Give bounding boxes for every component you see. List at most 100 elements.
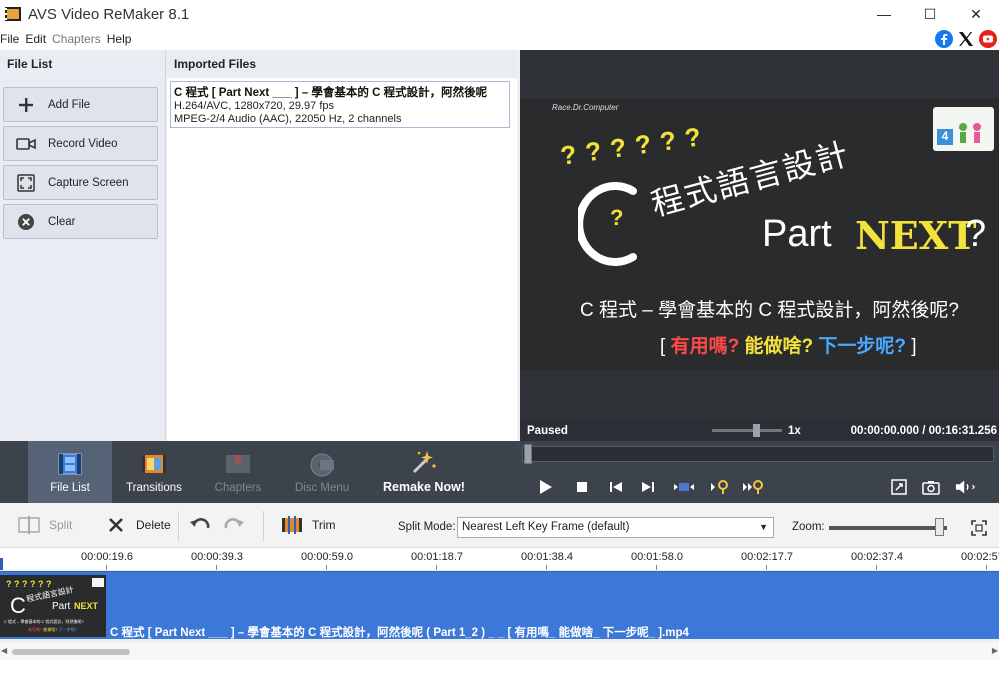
magic-wand-icon bbox=[409, 448, 439, 476]
part-text: Part bbox=[762, 213, 832, 255]
next-text: NEXT bbox=[855, 213, 977, 258]
scroll-left-icon[interactable]: ◀ bbox=[1, 646, 7, 655]
seek-bar[interactable] bbox=[522, 446, 994, 462]
menu-edit[interactable]: Edit bbox=[25, 32, 52, 46]
transitions-icon bbox=[139, 450, 169, 478]
preview-status-row: Paused 1x 00:00:00.000 / 00:16:31.256 bbox=[520, 420, 999, 441]
next-frame-button[interactable] bbox=[637, 476, 659, 498]
tick-label: 00:01:58.0 bbox=[631, 551, 683, 563]
toolbar-separator bbox=[263, 511, 264, 541]
tagline-open: [ bbox=[660, 336, 666, 357]
snapshot-button[interactable] bbox=[920, 476, 942, 498]
close-button[interactable]: ✕ bbox=[953, 0, 999, 28]
capture-screen-button[interactable]: Capture Screen bbox=[3, 165, 158, 200]
tick-mark bbox=[656, 565, 657, 570]
play-button[interactable] bbox=[535, 476, 557, 498]
record-video-label: Record Video bbox=[48, 137, 118, 150]
zoom-slider-thumb[interactable] bbox=[935, 518, 944, 536]
tick-label: 00:01:18.7 bbox=[411, 551, 463, 563]
video-preview[interactable]: Race.Dr.Computer ? ? ? ? ? ? ? 程式語言設計 Pa… bbox=[520, 99, 999, 370]
imported-file-video-info: H.264/AVC, 1280x720, 29.97 fps bbox=[174, 100, 335, 112]
clear-button[interactable]: Clear bbox=[3, 204, 158, 239]
clear-icon bbox=[16, 212, 36, 232]
thumb-part: Part bbox=[52, 601, 71, 612]
edit-toolbar: Split Delete Trim Split Mode: Nearest Le… bbox=[0, 503, 999, 548]
playback-status: Paused bbox=[527, 424, 568, 437]
tab-disc-menu[interactable]: Disc Menu bbox=[280, 441, 364, 503]
menu-chapters[interactable]: Chapters bbox=[52, 32, 107, 46]
tab-transitions[interactable]: Transitions bbox=[112, 441, 196, 503]
clip-thumbnail: ? ? ? ? ? ? C 程式語言設計 Part NEXT C 程式 – 學會… bbox=[0, 575, 106, 637]
previous-marker-button[interactable] bbox=[710, 476, 732, 498]
undo-button[interactable] bbox=[188, 514, 220, 536]
youtube-icon[interactable] bbox=[979, 30, 997, 48]
thumb-tagline: 有用嗎? 能做啥? 下一步呢? bbox=[28, 627, 77, 633]
zoom-fit-button[interactable] bbox=[967, 517, 991, 539]
maximize-button[interactable]: ☐ bbox=[907, 0, 953, 28]
tick-label: 00:00:19.6 bbox=[81, 551, 133, 563]
record-video-button[interactable]: Record Video bbox=[3, 126, 158, 161]
scrollbar-thumb[interactable] bbox=[12, 649, 130, 655]
tick-label: 00:00:39.3 bbox=[191, 551, 243, 563]
split-button[interactable]: Split bbox=[17, 514, 72, 536]
tick-mark bbox=[216, 565, 217, 570]
minimize-button[interactable]: — bbox=[861, 0, 907, 28]
split-marker-button[interactable] bbox=[673, 476, 695, 498]
thumb-logo bbox=[92, 578, 104, 587]
split-mode-select[interactable]: Nearest Left Key Frame (default) ▼ bbox=[457, 517, 774, 538]
capture-screen-icon bbox=[16, 173, 36, 193]
stop-button[interactable] bbox=[571, 476, 593, 498]
tick-mark bbox=[106, 565, 107, 570]
thumb-tagline-2: 能做啥? bbox=[43, 627, 58, 632]
next-marker-button[interactable] bbox=[742, 476, 764, 498]
zoom-slider[interactable] bbox=[829, 526, 947, 530]
tick-mark bbox=[436, 565, 437, 570]
redo-button[interactable] bbox=[222, 514, 254, 536]
imported-file-item[interactable]: C 程式 [ Part Next ___ ] – 學會基本的 C 程式設計，阿然… bbox=[170, 81, 510, 128]
tab-file-list[interactable]: File List bbox=[28, 441, 112, 503]
tab-chapters[interactable]: Chapters bbox=[196, 441, 280, 503]
timeline-ruler[interactable]: 00:00:19.6 00:00:39.3 00:00:59.0 00:01:1… bbox=[0, 548, 999, 570]
tick-label: 00:02:57 bbox=[961, 551, 999, 563]
volume-button[interactable] bbox=[955, 476, 977, 498]
fullscreen-button[interactable] bbox=[888, 476, 910, 498]
thumb-tagline-1: 有用嗎? bbox=[28, 627, 43, 632]
menu-help[interactable]: Help bbox=[107, 32, 138, 46]
trim-label: Trim bbox=[312, 518, 336, 532]
tick-mark bbox=[326, 565, 327, 570]
channel-logo: 4 bbox=[933, 107, 994, 151]
video-track[interactable]: ? ? ? ? ? ? C 程式語言設計 Part NEXT C 程式 – 學會… bbox=[0, 571, 999, 639]
add-file-button[interactable]: Add File bbox=[3, 87, 158, 122]
delete-button[interactable]: Delete bbox=[104, 514, 171, 536]
delete-label: Delete bbox=[136, 518, 171, 532]
tick-mark bbox=[986, 565, 987, 570]
trim-button[interactable]: Trim bbox=[280, 514, 336, 536]
imported-files-panel: Imported Files C 程式 [ Part Next ___ ] – … bbox=[167, 50, 517, 441]
tagline-2: 能做啥? bbox=[744, 336, 814, 357]
scroll-right-icon[interactable]: ▶ bbox=[992, 646, 998, 655]
playback-time: 00:00:00.000 / 00:16:31.256 bbox=[850, 424, 997, 437]
logo-number: 4 bbox=[937, 129, 953, 145]
speed-slider[interactable] bbox=[712, 429, 782, 432]
video-subtitle: C 程式 – 學會基本的 C 程式設計，阿然後呢? bbox=[580, 300, 959, 321]
zoom-label: Zoom: bbox=[792, 521, 825, 533]
seek-handle[interactable] bbox=[524, 444, 532, 464]
speed-slider-thumb[interactable] bbox=[753, 424, 760, 437]
thumb-next: NEXT bbox=[74, 601, 99, 611]
x-icon[interactable] bbox=[957, 30, 975, 48]
heading-question: ? bbox=[610, 205, 624, 230]
facebook-icon[interactable] bbox=[935, 30, 953, 48]
split-label: Split bbox=[49, 518, 73, 532]
file-list-panel: File List Add File Record Video Capture … bbox=[0, 50, 166, 441]
tagline-3: 下一步呢? bbox=[818, 336, 906, 357]
remake-now-button[interactable]: Remake Now! bbox=[374, 441, 474, 503]
timeline-scrollbar[interactable]: ◀ ▶ bbox=[0, 643, 999, 660]
disc-menu-icon bbox=[307, 450, 337, 478]
menu-file[interactable]: File bbox=[0, 32, 25, 46]
tick-label: 00:02:17.7 bbox=[741, 551, 793, 563]
previous-frame-button[interactable] bbox=[605, 476, 627, 498]
film-app-icon bbox=[3, 5, 23, 23]
chevron-down-icon: ▼ bbox=[759, 522, 768, 532]
video-tagline: [ 有用嗎? 能做啥? 下一步呢? ] bbox=[660, 331, 917, 358]
playhead[interactable] bbox=[0, 558, 3, 570]
